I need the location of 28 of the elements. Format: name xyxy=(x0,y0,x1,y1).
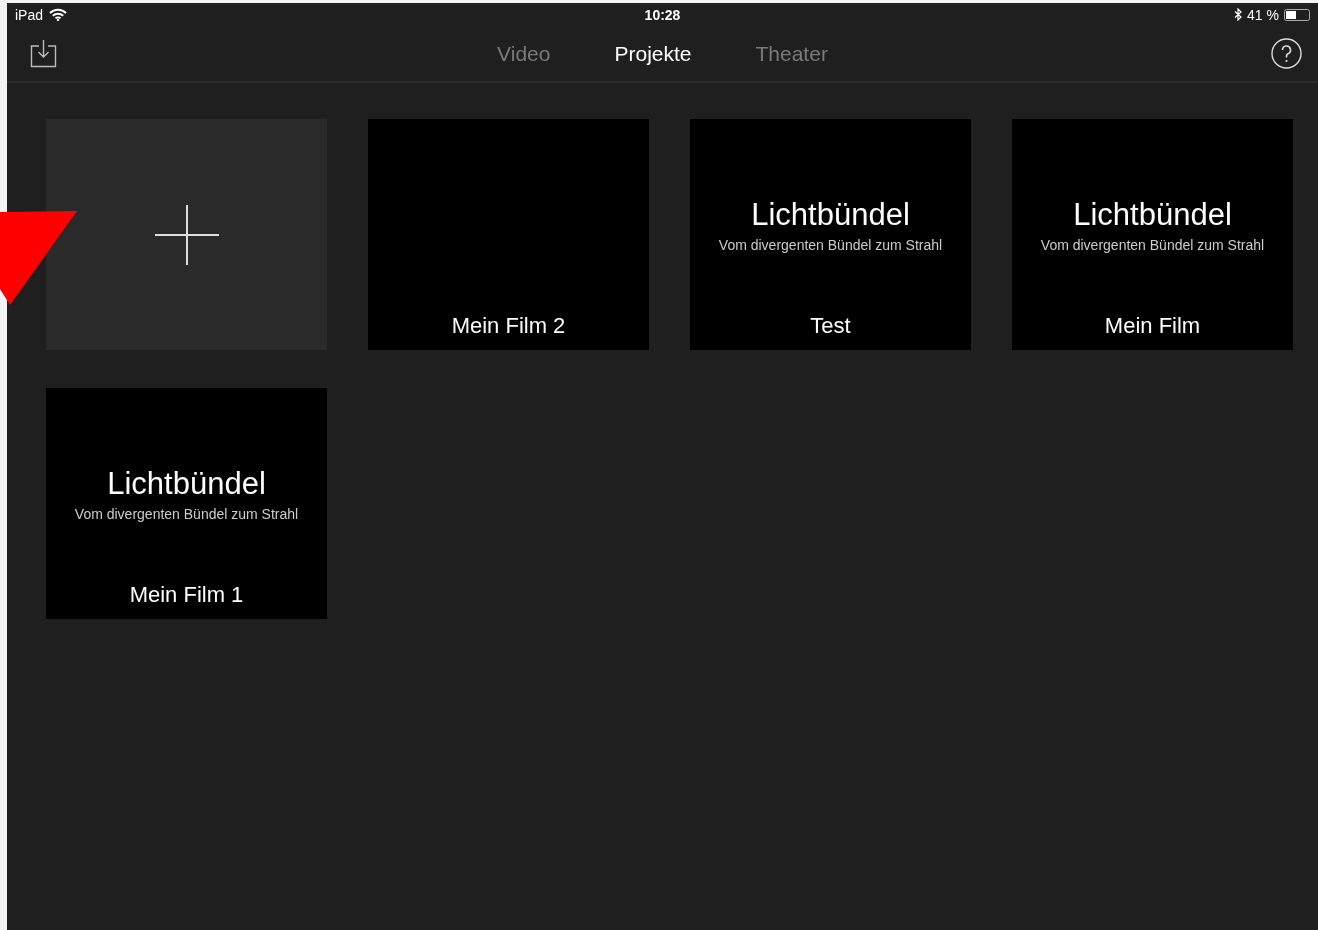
project-name: Test xyxy=(810,313,851,339)
project-tile[interactable]: Lichtbündel Vom divergenten Bündel zum Strahl Test xyxy=(690,119,971,350)
clock-time: 10:28 xyxy=(644,6,681,23)
project-tile[interactable]: Mein Film 2 xyxy=(368,119,649,350)
import-icon[interactable] xyxy=(30,39,57,68)
project-tile[interactable]: Lichtbündel Vom divergenten Bündel zum Strahl Mein Film xyxy=(1012,119,1293,350)
project-title: Lichtbündel xyxy=(751,197,910,233)
new-project-tile[interactable] xyxy=(46,119,327,350)
project-name: Mein Film 1 xyxy=(129,582,244,608)
arrow-icon xyxy=(0,211,77,307)
project-tile[interactable]: Lichtbündel Vom divergenten Bündel zum Strahl Mein Film 1 xyxy=(46,388,327,619)
battery-percent: 41 % xyxy=(1247,6,1279,23)
nav-tab[interactable]: Theater xyxy=(723,37,860,70)
project-title: Lichtbündel xyxy=(1073,197,1232,233)
project-subtitle: Vom divergenten Bündel zum Strahl xyxy=(718,237,943,253)
plus-icon xyxy=(154,204,219,265)
project-title: Lichtbündel xyxy=(107,466,266,502)
project-name: Mein Film xyxy=(1104,313,1201,339)
bluetooth-icon xyxy=(1234,8,1243,21)
help-icon[interactable] xyxy=(1271,38,1302,69)
nav-tab[interactable]: Video xyxy=(465,37,583,70)
wifi-icon xyxy=(49,8,68,21)
device-name: iPad xyxy=(15,6,44,23)
battery-icon xyxy=(1284,8,1310,21)
nav-tab[interactable]: Projekte xyxy=(582,37,724,70)
project-subtitle: Vom divergenten Bündel zum Strahl xyxy=(74,506,299,522)
project-subtitle: Vom divergenten Bündel zum Strahl xyxy=(1040,237,1265,253)
project-name: Mein Film 2 xyxy=(451,313,566,339)
